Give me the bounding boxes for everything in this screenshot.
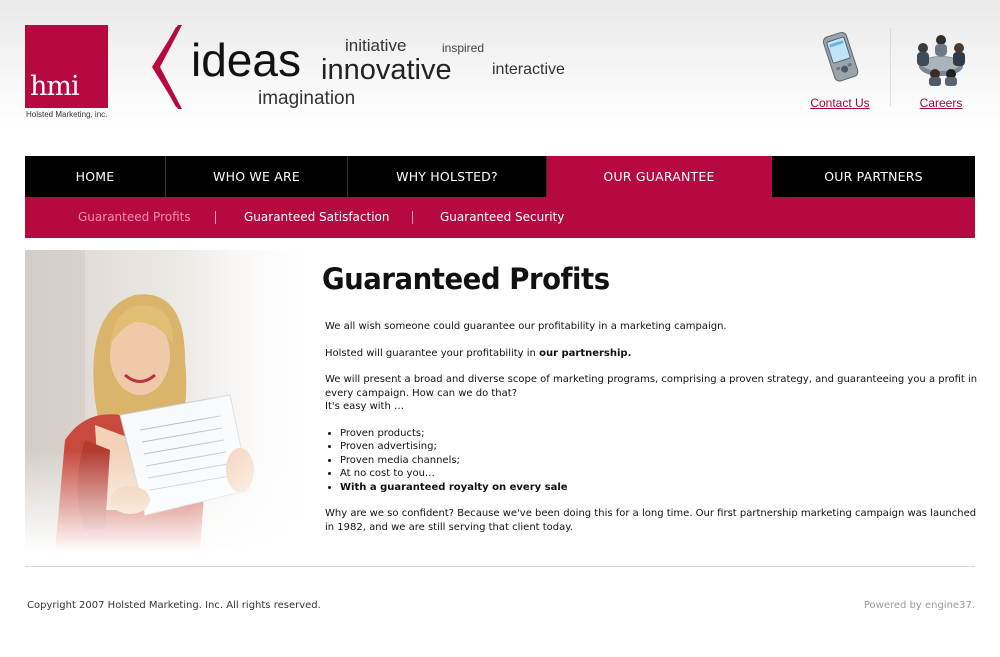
footer-divider — [25, 566, 975, 567]
meeting-people-icon[interactable] — [909, 30, 973, 86]
woman-holding-document-photo — [25, 250, 320, 552]
tagline-inspired: inspired — [442, 41, 485, 55]
intro-paragraph: We all wish someone could guarantee our … — [325, 321, 727, 332]
copyright-text: Copyright 2007 Holsted Marketing. Inc. A… — [27, 600, 321, 611]
tagline-ideas: ideas — [191, 34, 301, 86]
nav-our-guarantee[interactable]: OUR GUARANTEE — [547, 156, 772, 197]
easy-with-text: It's easy with … — [325, 401, 404, 412]
tagline-innovative: innovative — [321, 54, 452, 86]
programs-text: We will present a broad and diverse scop… — [325, 374, 978, 399]
subnav-separator — [215, 211, 216, 224]
list-item-royalty: With a guaranteed royalty on every sale — [340, 481, 980, 495]
confidence-paragraph: Why are we so confident? Because we've b… — [325, 508, 977, 533]
list-item: At no cost to you… — [340, 467, 980, 481]
subnav-guaranteed-security[interactable]: Guaranteed Security — [440, 197, 564, 238]
utility-divider — [890, 28, 891, 106]
main-content: We all wish someone could guarantee our … — [325, 320, 980, 547]
nav-home[interactable]: HOME — [25, 156, 166, 197]
programs-paragraph: We will present a broad and diverse scop… — [325, 373, 980, 414]
sub-nav: Guaranteed Profits Guaranteed Satisfacti… — [25, 197, 975, 238]
tagline-interactive: interactive — [492, 61, 565, 78]
logo-wordmark[interactable]: hmi — [30, 72, 80, 102]
main-nav: HOME WHO WE ARE WHY HOLSTED? OUR GUARANT… — [25, 156, 975, 197]
nav-why-holsted[interactable]: WHY HOLSTED? — [348, 156, 547, 197]
list-item: Proven media channels; — [340, 454, 980, 468]
tagline-imagination: imagination — [258, 88, 356, 109]
benefits-list: Proven products; Proven advertising; Pro… — [325, 427, 980, 495]
pda-phone-icon[interactable] — [817, 30, 863, 86]
subnav-separator — [412, 211, 413, 224]
tagline-initiative: initiative — [345, 36, 407, 55]
royalty-bold: With a guaranteed royalty on every sale — [340, 481, 568, 493]
logo-caption: Holsted Marketing, inc. — [26, 110, 108, 119]
careers-link-block[interactable]: Careers — [900, 30, 982, 111]
page-title: Guaranteed Profits — [322, 262, 610, 296]
nav-our-partners[interactable]: OUR PARTNERS — [772, 156, 975, 197]
nav-who-we-are[interactable]: WHO WE ARE — [166, 156, 348, 197]
chevron-bracket-icon — [152, 25, 182, 109]
subnav-guaranteed-satisfaction[interactable]: Guaranteed Satisfaction — [244, 197, 389, 238]
contact-us-link[interactable]: Contact Us — [810, 96, 869, 110]
list-item: Proven products; — [340, 427, 980, 441]
careers-link[interactable]: Careers — [920, 96, 963, 110]
partnership-text: Holsted will guarantee your profitabilit… — [325, 347, 540, 359]
list-item: Proven advertising; — [340, 440, 980, 454]
powered-by-link[interactable]: Powered by engine37. — [864, 600, 975, 611]
subnav-guaranteed-profits[interactable]: Guaranteed Profits — [78, 197, 191, 238]
contact-us-link-block[interactable]: Contact Us — [800, 30, 880, 111]
partnership-bold: our partnership. — [539, 347, 632, 359]
partnership-paragraph: Holsted will guarantee your profitabilit… — [325, 347, 980, 361]
